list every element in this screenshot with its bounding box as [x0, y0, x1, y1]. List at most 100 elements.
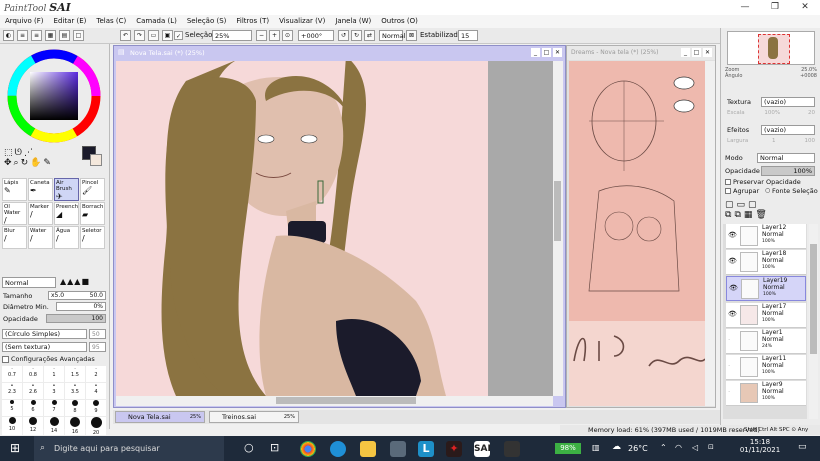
source-radio-icon[interactable]: ○	[765, 187, 770, 194]
color-wheel-icon[interactable]: ◐	[3, 30, 14, 41]
size-preset[interactable]: • 4	[86, 383, 106, 399]
shape-value[interactable]: 50	[89, 329, 106, 339]
canvas-horizontal-scrollbar[interactable]	[116, 396, 553, 406]
preserve-opacity-checkbox[interactable]	[725, 179, 731, 185]
size-preset[interactable]: 10	[2, 417, 22, 435]
menu-janela[interactable]: Janela (W)	[330, 15, 376, 28]
layer-row[interactable]: 👁 Layer12 Normal 100%	[726, 224, 806, 249]
layer-list-scrollbar[interactable]	[809, 224, 818, 419]
brush-blur[interactable]: Blur /	[2, 226, 27, 249]
taskbar-search-input[interactable]: ⌕ Digite aqui para pesquisar	[34, 436, 224, 461]
size-preset[interactable]: 16	[65, 417, 85, 435]
size-preset[interactable]: · 1.5	[65, 366, 85, 382]
lasso-icon[interactable]: ᘎ	[15, 148, 24, 158]
reference-minimize[interactable]: _	[681, 48, 690, 57]
zoom-reset-icon[interactable]: ⊙	[282, 30, 293, 41]
brush-lapis[interactable]: Lápis ✎	[2, 178, 27, 201]
navigator-preview[interactable]	[727, 31, 815, 65]
maximize-button[interactable]: ❐	[760, 0, 790, 15]
layer-mode-select[interactable]: Normal	[757, 153, 815, 163]
weather-icon[interactable]: ☁	[612, 442, 621, 452]
menu-filtros[interactable]: Filtros (T)	[231, 15, 274, 28]
new-folder-icon[interactable]: ▭	[737, 200, 749, 210]
size-preset[interactable]: 12	[23, 417, 43, 435]
new-layer-icon[interactable]: ▢	[725, 200, 737, 210]
canvas-maximize[interactable]: □	[542, 48, 551, 57]
size-preset[interactable]: • 2.3	[2, 383, 22, 399]
close-button[interactable]: ✕	[790, 0, 820, 15]
size-preset[interactable]: 7	[44, 400, 64, 416]
eye-hidden-icon[interactable]: ·	[728, 362, 730, 370]
delete-layer-icon[interactable]: 🗑	[755, 210, 769, 220]
size-preset[interactable]: 8	[65, 400, 85, 416]
edge-icon[interactable]	[330, 441, 346, 457]
menu-camada[interactable]: Camada (L)	[131, 15, 182, 28]
language-icon[interactable]: ⊡	[708, 443, 714, 451]
menu-arquivo[interactable]: Arquivo (F)	[0, 15, 49, 28]
task-view-icon[interactable]: ○	[244, 441, 254, 454]
eye-icon[interactable]: 👁	[728, 310, 737, 318]
rotate-right-icon[interactable]: ↻	[351, 30, 362, 41]
advanced-checkbox[interactable]	[2, 356, 9, 363]
brush-caneta[interactable]: Caneta ✒	[28, 178, 53, 201]
clock[interactable]: 15:18 01/11/2021	[732, 438, 788, 454]
size-preset[interactable]: · 1	[44, 366, 64, 382]
zoom-tool-icon[interactable]: ⌕	[14, 158, 21, 168]
weather-temp[interactable]: 26°C	[628, 444, 648, 453]
size-preset[interactable]: • 2.6	[23, 383, 43, 399]
layer-row[interactable]: · Layer1 Normal 24%	[726, 329, 806, 354]
undo-icon[interactable]: ↶	[120, 30, 131, 41]
brush-blend-select[interactable]: Normal	[2, 277, 56, 288]
zoom-in-icon[interactable]: +	[269, 30, 280, 41]
file-explorer-icon[interactable]	[360, 441, 376, 457]
brush-oilwater[interactable]: Ol Water /	[2, 202, 27, 225]
brush-borracha[interactable]: Borrach ▰	[80, 202, 105, 225]
new-linework-icon[interactable]: ▢	[748, 200, 760, 210]
size-preset[interactable]: 20	[86, 417, 106, 436]
zoom-field[interactable]: 25%	[212, 30, 252, 41]
menu-selecao[interactable]: Seleção (S)	[182, 15, 232, 28]
layer-row[interactable]: · Layer9 Normal 100%	[726, 381, 806, 406]
zoom-out-icon[interactable]: −	[256, 30, 267, 41]
hsv-slider-icon[interactable]: ≡	[31, 30, 42, 41]
notification-icon[interactable]: ▥	[592, 443, 600, 452]
rotate-tool-icon[interactable]: ↻	[21, 158, 31, 168]
clear-layer-icon[interactable]: ▦	[744, 210, 756, 220]
texture-select[interactable]: (vazio)	[761, 97, 815, 107]
eye-hidden-icon[interactable]: ·	[728, 388, 730, 396]
volume-icon[interactable]: ◁	[692, 443, 698, 452]
eye-icon[interactable]: 👁	[729, 284, 738, 292]
battery-indicator[interactable]: 98%	[555, 443, 581, 454]
size-preset[interactable]: 9	[86, 400, 106, 416]
minimize-button[interactable]: —	[730, 0, 760, 15]
layer-row[interactable]: · Layer11 Normal 100%	[726, 355, 806, 380]
stabilizer-toggle-icon[interactable]: ⊠	[406, 30, 417, 41]
size-preset[interactable]: · 0.7	[2, 366, 22, 382]
eye-icon[interactable]: 👁	[728, 257, 737, 265]
canvas-vertical-scrollbar[interactable]	[553, 61, 563, 396]
size-preset[interactable]: • 3.5	[65, 383, 85, 399]
brush-marker[interactable]: Marker /	[28, 202, 53, 225]
app-l-icon[interactable]: L	[418, 441, 434, 457]
invert-selection-icon[interactable]: ▣	[162, 30, 173, 41]
rect-select-icon[interactable]: ⬚	[4, 148, 15, 158]
multitask-icon[interactable]: ⊡	[270, 441, 279, 454]
size-preset[interactable]: • 3	[44, 383, 64, 399]
canvas-minimize[interactable]: _	[531, 48, 540, 57]
reference-canvas[interactable]	[569, 61, 705, 406]
group-checkbox[interactable]	[725, 188, 731, 194]
merge-layer-icon[interactable]: ⧉	[734, 210, 743, 220]
brush-seletor[interactable]: Seletor /	[80, 226, 105, 249]
brush-airbrush[interactable]: Air Brush ✈	[54, 178, 79, 201]
rotate-left-icon[interactable]: ↺	[338, 30, 349, 41]
tab-nova-tela[interactable]: Nova Tela.sai 25%	[115, 411, 205, 423]
layer-opacity-slider[interactable]: 100%	[761, 166, 815, 176]
hand-icon[interactable]: ✋	[30, 158, 43, 168]
app-red-icon[interactable]: ✦	[446, 441, 462, 457]
stabilizer-select[interactable]: 15	[458, 30, 478, 41]
eye-hidden-icon[interactable]: ·	[728, 336, 730, 344]
selection-checkbox[interactable]: ✓	[174, 31, 183, 40]
reference-maximize[interactable]: □	[692, 48, 701, 57]
angle-field[interactable]: +000°	[298, 30, 334, 41]
canvas-close[interactable]: ✕	[553, 48, 562, 57]
